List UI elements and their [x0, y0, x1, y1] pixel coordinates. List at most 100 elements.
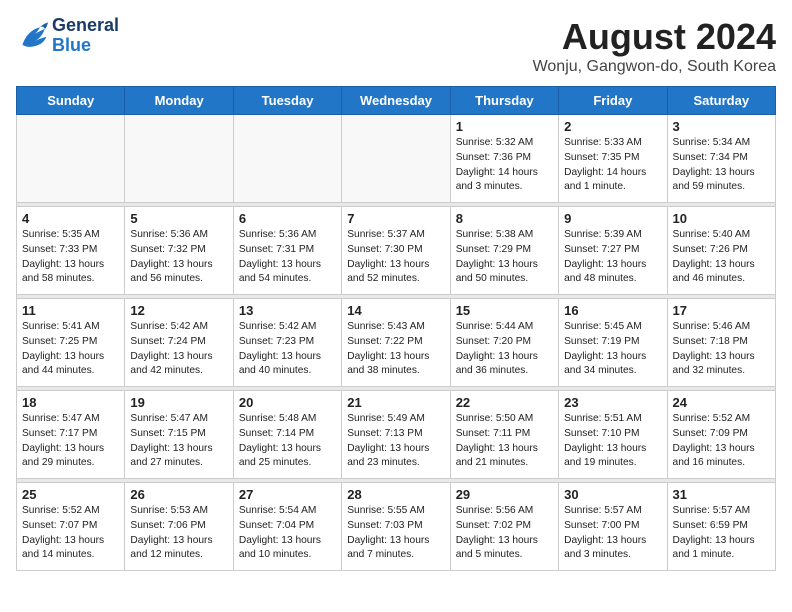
calendar-cell: 5 Sunrise: 5:36 AM Sunset: 7:32 PM Daylig… [125, 207, 233, 295]
calendar-cell: 10 Sunrise: 5:40 AM Sunset: 7:26 PM Dayli… [667, 207, 775, 295]
calendar-cell [125, 115, 233, 203]
day-info: Sunrise: 5:48 AM Sunset: 7:14 PM Dayligh… [239, 412, 336, 471]
calendar-week-row: 1Sunrise: 5:32 AM Sunset: 7:36 PM Daylig… [17, 115, 776, 203]
day-info: Sunrise: 5:36 AM Sunset: 7:31 PM Dayligh… [239, 228, 336, 287]
day-number: 10 [673, 211, 770, 226]
calendar-cell: 8Sunrise: 5:38 AM Sunset: 7:29 PM Daylig… [450, 207, 558, 295]
calendar-cell: 31 Sunrise: 5:57 AM Sunset: 6:59 PM Dayli… [667, 483, 775, 571]
day-info: Sunrise: 5:40 AM Sunset: 7:26 PM Dayligh… [673, 228, 770, 287]
logo-text-line1: General [52, 16, 119, 36]
day-number: 27 [239, 487, 336, 502]
day-number: 25 [22, 487, 119, 502]
day-number: 7 [347, 211, 444, 226]
day-info: Sunrise: 5:52 AM Sunset: 7:07 PM Dayligh… [22, 504, 119, 563]
day-info: Sunrise: 5:46 AM Sunset: 7:18 PM Dayligh… [673, 320, 770, 379]
day-info: Sunrise: 5:47 AM Sunset: 7:17 PM Dayligh… [22, 412, 119, 471]
calendar-cell: 17 Sunrise: 5:46 AM Sunset: 7:18 PM Dayli… [667, 299, 775, 387]
weekday-header-tuesday: Tuesday [233, 87, 341, 115]
calendar-table: SundayMondayTuesdayWednesdayThursdayFrid… [16, 86, 776, 571]
calendar-cell: 15 Sunrise: 5:44 AM Sunset: 7:20 PM Dayli… [450, 299, 558, 387]
calendar-cell: 6 Sunrise: 5:36 AM Sunset: 7:31 PM Daylig… [233, 207, 341, 295]
weekday-header-thursday: Thursday [450, 87, 558, 115]
weekday-header-sunday: Sunday [17, 87, 125, 115]
day-info: Sunrise: 5:35 AM Sunset: 7:33 PM Dayligh… [22, 228, 119, 287]
calendar-cell: 28Sunrise: 5:55 AM Sunset: 7:03 PM Dayli… [342, 483, 450, 571]
day-number: 9 [564, 211, 661, 226]
calendar-cell: 30 Sunrise: 5:57 AM Sunset: 7:00 PM Dayli… [559, 483, 667, 571]
day-info: Sunrise: 5:45 AM Sunset: 7:19 PM Dayligh… [564, 320, 661, 379]
calendar-cell: 19Sunrise: 5:47 AM Sunset: 7:15 PM Dayli… [125, 391, 233, 479]
day-number: 17 [673, 303, 770, 318]
day-info: Sunrise: 5:44 AM Sunset: 7:20 PM Dayligh… [456, 320, 553, 379]
weekday-header-friday: Friday [559, 87, 667, 115]
day-info: Sunrise: 5:54 AM Sunset: 7:04 PM Dayligh… [239, 504, 336, 563]
day-info: Sunrise: 5:39 AM Sunset: 7:27 PM Dayligh… [564, 228, 661, 287]
logo: General Blue [16, 16, 119, 56]
day-info: Sunrise: 5:37 AM Sunset: 7:30 PM Dayligh… [347, 228, 444, 287]
page-title: August 2024 [533, 16, 776, 58]
day-number: 14 [347, 303, 444, 318]
day-number: 15 [456, 303, 553, 318]
day-info: Sunrise: 5:32 AM Sunset: 7:36 PM Dayligh… [456, 136, 553, 195]
day-info: Sunrise: 5:41 AM Sunset: 7:25 PM Dayligh… [22, 320, 119, 379]
calendar-cell: 7 Sunrise: 5:37 AM Sunset: 7:30 PM Daylig… [342, 207, 450, 295]
day-info: Sunrise: 5:42 AM Sunset: 7:23 PM Dayligh… [239, 320, 336, 379]
day-number: 30 [564, 487, 661, 502]
title-block: August 2024 Wonju, Gangwon-do, South Kor… [533, 16, 776, 76]
weekday-header-monday: Monday [125, 87, 233, 115]
calendar-week-row: 11Sunrise: 5:41 AM Sunset: 7:25 PM Dayli… [17, 299, 776, 387]
day-info: Sunrise: 5:36 AM Sunset: 7:32 PM Dayligh… [130, 228, 227, 287]
day-number: 31 [673, 487, 770, 502]
calendar-cell: 4 Sunrise: 5:35 AM Sunset: 7:33 PM Daylig… [17, 207, 125, 295]
day-info: Sunrise: 5:50 AM Sunset: 7:11 PM Dayligh… [456, 412, 553, 471]
page-header: General Blue August 2024 Wonju, Gangwon-… [16, 16, 776, 76]
calendar-cell [17, 115, 125, 203]
calendar-cell: 9 Sunrise: 5:39 AM Sunset: 7:27 PM Daylig… [559, 207, 667, 295]
calendar-week-row: 18 Sunrise: 5:47 AM Sunset: 7:17 PM Dayli… [17, 391, 776, 479]
day-number: 26 [130, 487, 227, 502]
calendar-cell: 12 Sunrise: 5:42 AM Sunset: 7:24 PM Dayli… [125, 299, 233, 387]
day-number: 24 [673, 395, 770, 410]
day-number: 18 [22, 395, 119, 410]
calendar-cell: 2Sunrise: 5:33 AM Sunset: 7:35 PM Daylig… [559, 115, 667, 203]
day-number: 3 [673, 119, 770, 134]
calendar-cell: 25 Sunrise: 5:52 AM Sunset: 7:07 PM Dayli… [17, 483, 125, 571]
calendar-cell: 20 Sunrise: 5:48 AM Sunset: 7:14 PM Dayli… [233, 391, 341, 479]
day-info: Sunrise: 5:57 AM Sunset: 6:59 PM Dayligh… [673, 504, 770, 563]
calendar-cell [233, 115, 341, 203]
day-number: 20 [239, 395, 336, 410]
calendar-cell: 24 Sunrise: 5:52 AM Sunset: 7:09 PM Dayli… [667, 391, 775, 479]
day-info: Sunrise: 5:42 AM Sunset: 7:24 PM Dayligh… [130, 320, 227, 379]
weekday-header-saturday: Saturday [667, 87, 775, 115]
day-info: Sunrise: 5:38 AM Sunset: 7:29 PM Dayligh… [456, 228, 553, 287]
day-number: 2 [564, 119, 661, 134]
logo-text-line2: Blue [52, 36, 119, 56]
day-info: Sunrise: 5:34 AM Sunset: 7:34 PM Dayligh… [673, 136, 770, 195]
calendar-cell: 11Sunrise: 5:41 AM Sunset: 7:25 PM Dayli… [17, 299, 125, 387]
day-info: Sunrise: 5:52 AM Sunset: 7:09 PM Dayligh… [673, 412, 770, 471]
weekday-header-row: SundayMondayTuesdayWednesdayThursdayFrid… [17, 87, 776, 115]
calendar-cell: 16 Sunrise: 5:45 AM Sunset: 7:19 PM Dayli… [559, 299, 667, 387]
calendar-cell: 18 Sunrise: 5:47 AM Sunset: 7:17 PM Dayli… [17, 391, 125, 479]
calendar-cell: 14Sunrise: 5:43 AM Sunset: 7:22 PM Dayli… [342, 299, 450, 387]
day-info: Sunrise: 5:53 AM Sunset: 7:06 PM Dayligh… [130, 504, 227, 563]
day-info: Sunrise: 5:49 AM Sunset: 7:13 PM Dayligh… [347, 412, 444, 471]
calendar-cell [342, 115, 450, 203]
calendar-week-row: 25 Sunrise: 5:52 AM Sunset: 7:07 PM Dayli… [17, 483, 776, 571]
day-number: 23 [564, 395, 661, 410]
weekday-header-wednesday: Wednesday [342, 87, 450, 115]
calendar-cell: 29Sunrise: 5:56 AM Sunset: 7:02 PM Dayli… [450, 483, 558, 571]
calendar-cell: 22 Sunrise: 5:50 AM Sunset: 7:11 PM Dayli… [450, 391, 558, 479]
page-location: Wonju, Gangwon-do, South Korea [533, 58, 776, 76]
calendar-cell: 23Sunrise: 5:51 AM Sunset: 7:10 PM Dayli… [559, 391, 667, 479]
day-number: 5 [130, 211, 227, 226]
day-number: 29 [456, 487, 553, 502]
day-info: Sunrise: 5:57 AM Sunset: 7:00 PM Dayligh… [564, 504, 661, 563]
day-info: Sunrise: 5:47 AM Sunset: 7:15 PM Dayligh… [130, 412, 227, 471]
day-number: 22 [456, 395, 553, 410]
day-number: 4 [22, 211, 119, 226]
day-number: 12 [130, 303, 227, 318]
calendar-cell: 27 Sunrise: 5:54 AM Sunset: 7:04 PM Dayli… [233, 483, 341, 571]
day-number: 6 [239, 211, 336, 226]
day-number: 16 [564, 303, 661, 318]
